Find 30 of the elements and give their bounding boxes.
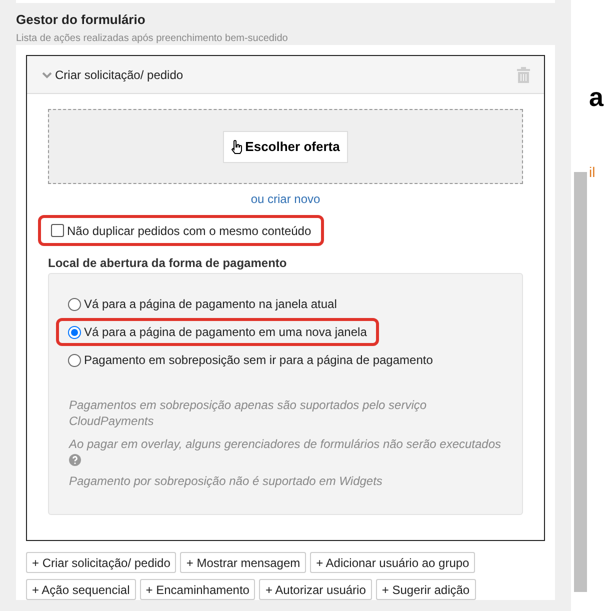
section-subtitle: Lista de ações realizadas após preenchimento bem-sucedido bbox=[16, 32, 289, 45]
info-note: Ao pagar em overlay, alguns gerenciadores de formulários não serão executados bbox=[69, 436, 502, 452]
scrollbar-thumb[interactable] bbox=[574, 172, 586, 592]
radio-label: Vá para a página de pagamento na janela atual bbox=[84, 296, 337, 313]
checkbox-label: Não duplicar pedidos com o mesmo conteúdo bbox=[67, 222, 312, 240]
add-action-button[interactable]: + Ação sequencial bbox=[26, 579, 136, 600]
hand-pointer-icon bbox=[231, 140, 244, 154]
info-note: Pagamentos em sobreposição apenas são suportados pelo serviço CloudPayments bbox=[69, 397, 428, 429]
radio-button[interactable] bbox=[68, 354, 81, 366]
info-note: Pagamento por sobreposição não é suportado em Widgets bbox=[69, 473, 384, 489]
side-text: a bbox=[589, 84, 605, 110]
field-heading: Local de abertura da forma de pagamento bbox=[48, 255, 288, 272]
create-new-link[interactable]: ou criar novo bbox=[250, 190, 320, 208]
add-action-button[interactable]: + Encaminhamento bbox=[140, 579, 256, 600]
radio-button[interactable] bbox=[68, 298, 81, 310]
help-icon[interactable] bbox=[69, 454, 81, 466]
add-action-button[interactable]: + Mostrar mensagem bbox=[180, 552, 306, 573]
checkbox[interactable] bbox=[51, 224, 64, 237]
add-action-button[interactable]: + Autorizar usuário bbox=[259, 579, 372, 600]
radio-label: Pagamento em sobreposição sem ir para a página de pagamento bbox=[84, 352, 433, 369]
radio-label: Vá para a página de pagamento em uma nova janela bbox=[84, 324, 367, 341]
side-text: il bbox=[589, 163, 596, 182]
choose-offer-button[interactable]: Escolher oferta bbox=[223, 130, 348, 162]
add-action-button[interactable]: + Adicionar usuário ao grupo bbox=[310, 552, 476, 573]
radio-button[interactable] bbox=[68, 326, 81, 338]
section-title: Gestor do formulário bbox=[16, 11, 146, 29]
add-action-button[interactable]: + Criar solicitação/ pedido bbox=[26, 552, 176, 573]
collapse-toggle[interactable]: Criar solicitação/ pedido bbox=[41, 66, 184, 84]
trash-icon bbox=[517, 66, 530, 82]
add-action-button[interactable]: + Sugerir adição bbox=[376, 579, 476, 600]
